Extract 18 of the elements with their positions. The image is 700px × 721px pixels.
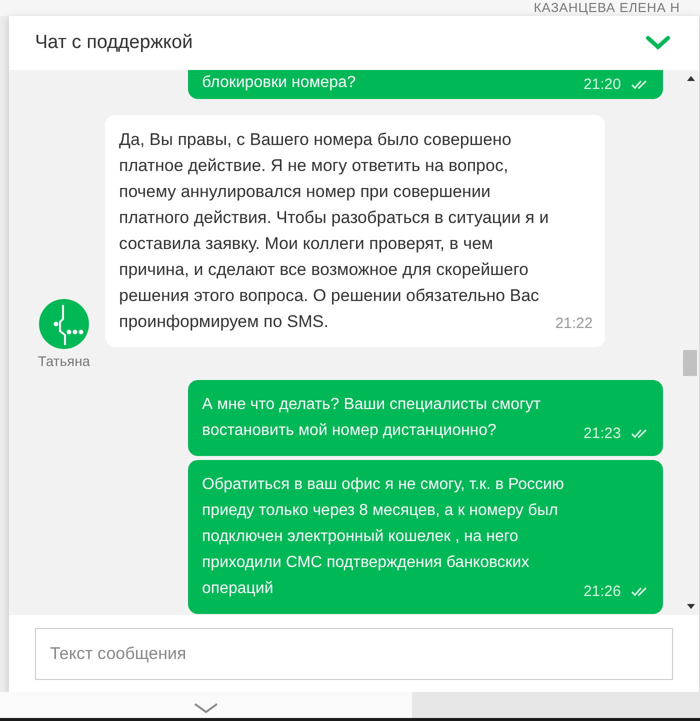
author-name: Татьяна	[38, 353, 90, 369]
page-heading: КАЗАНЦЕВА ЕЛЕНА Н	[534, 0, 681, 16]
message-time: 21:20	[583, 75, 621, 95]
message-time: 21:23	[583, 424, 621, 444]
message-input[interactable]: Текст сообщения	[35, 628, 673, 680]
message-text: блокировки номера?	[202, 73, 356, 93]
message-time: 21:26	[583, 582, 621, 602]
scroll-up-icon[interactable]	[687, 76, 695, 81]
message-text: А мне что делать? Ваши специалисты смогут востановить мой номер дистанционно?	[202, 395, 541, 441]
chevron-down-icon[interactable]	[193, 702, 219, 714]
avatar-icon	[39, 299, 89, 349]
chevron-down-icon[interactable]	[645, 35, 671, 51]
message-text: Да, Вы правы, с Вашего номера было совершено платное действие. Я не могу ответить на вопрос, почему аннулировался номер при совершении платного действия. Чтобы разобраться в ситуации я и составила заявку. Мои коллеги проверят, в чем причина, и сделают все возможное для скорейшего решения этого вопроса. О решении обязательно Вас проинформируем по SMS.	[119, 129, 549, 333]
scroll-down-icon[interactable]	[687, 604, 695, 609]
chat-title: Чат с поддержкой	[35, 32, 193, 54]
message-text: Обратиться в ваш офис я не смогу, т.к. в Россию приеду только через 8 месяцев, а к номеру был подключен электронный кошелек , на него приходили СМС подтверждения банковских операций	[202, 475, 564, 599]
message-time: 21:22	[555, 314, 593, 334]
scrollbar-thumb[interactable]	[683, 350, 697, 376]
